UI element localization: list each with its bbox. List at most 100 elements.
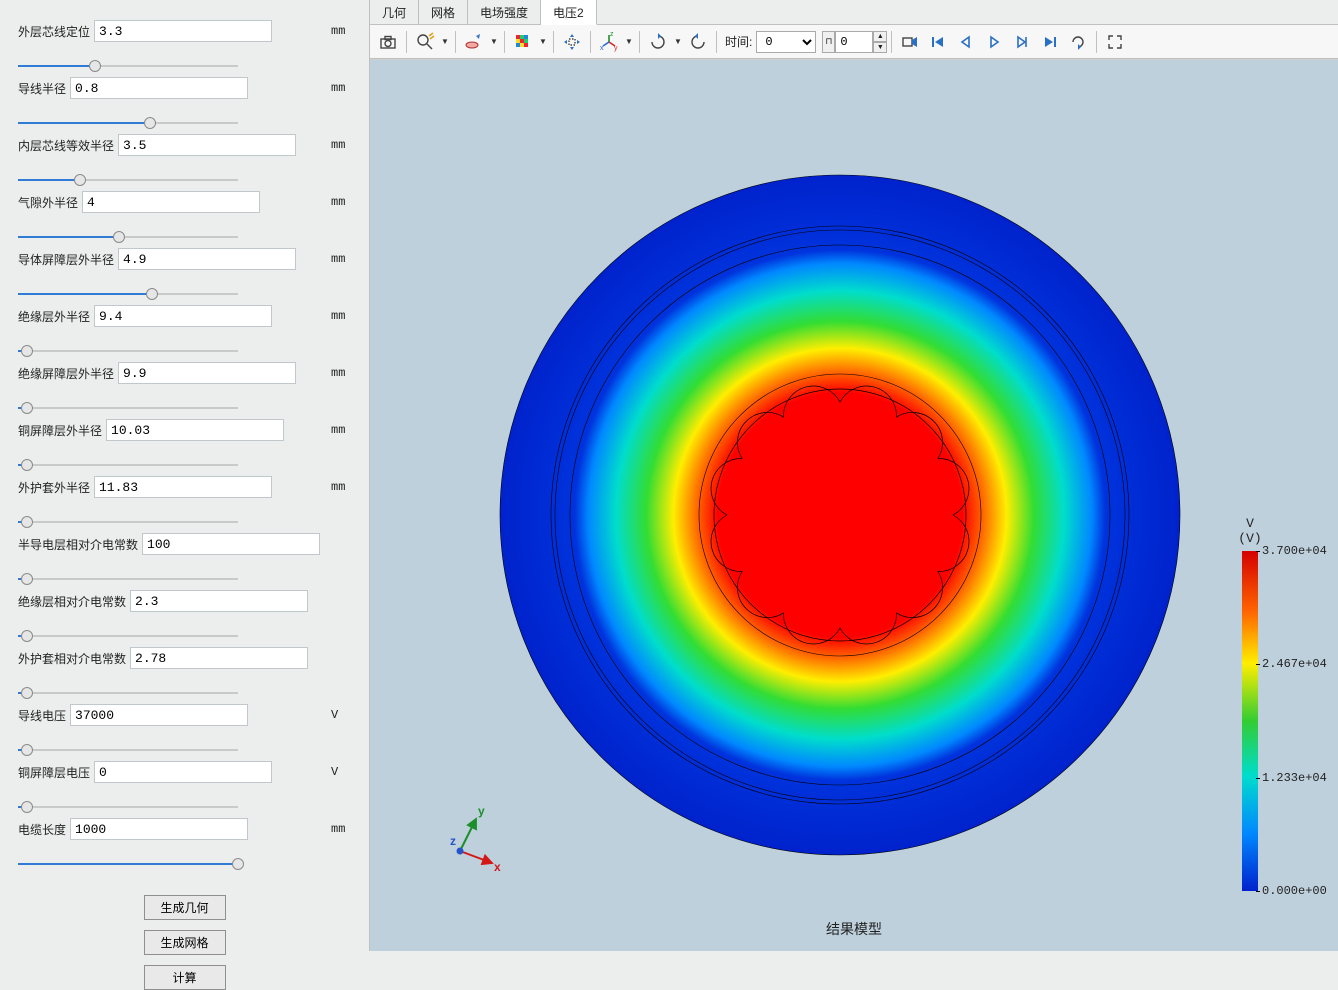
param-input-5[interactable] <box>94 305 272 327</box>
param-input-10[interactable] <box>130 590 308 612</box>
param-label-14: 电缆长度 <box>18 821 70 838</box>
param-input-12[interactable] <box>70 704 248 726</box>
selection-button[interactable] <box>460 28 488 56</box>
param-unit-5: mm <box>323 309 351 323</box>
param-label-1: 导线半径 <box>18 80 70 97</box>
time-dropdown[interactable]: 0 <box>756 31 816 53</box>
toolbar: ▼ ▼ ▼ <box>370 25 1338 59</box>
param-label-10: 绝缘层相对介电常数 <box>18 593 130 610</box>
time-step-button[interactable]: ⊓ <box>822 31 835 53</box>
svg-text:x: x <box>600 45 604 52</box>
svg-text:y: y <box>614 45 618 52</box>
param-label-12: 导线电压 <box>18 707 70 724</box>
rotate-cw-icon <box>648 32 668 52</box>
selection-dropdown[interactable]: ▼ <box>488 28 500 56</box>
tab-2[interactable]: 电场强度 <box>468 0 541 24</box>
rotate-ccw-button[interactable] <box>684 28 712 56</box>
generate-geometry-button[interactable]: 生成几何 <box>144 895 226 920</box>
param-input-11[interactable] <box>130 647 308 669</box>
param-unit-0: mm <box>323 24 351 38</box>
param-label-11: 外护套相对介电常数 <box>18 650 130 667</box>
param-label-6: 绝缘屏障层外半径 <box>18 365 118 382</box>
view-cube-button[interactable] <box>509 28 537 56</box>
selection-icon <box>464 32 484 52</box>
sidebar: 外层芯线定位 mm 导线半径 mm 内层芯线等效半径 mm 气隙外半径 mm 导… <box>0 0 369 951</box>
param-label-0: 外层芯线定位 <box>18 23 94 40</box>
param-unit-4: mm <box>323 252 351 266</box>
skip-last-icon <box>1041 33 1059 51</box>
param-input-1[interactable] <box>70 77 248 99</box>
time-input[interactable] <box>835 31 873 53</box>
next-frame-button[interactable] <box>1008 28 1036 56</box>
first-frame-button[interactable] <box>924 28 952 56</box>
param-unit-14: mm <box>323 822 351 836</box>
param-input-2[interactable] <box>118 134 296 156</box>
param-input-14[interactable] <box>70 818 248 840</box>
svg-text:y: y <box>478 804 485 818</box>
fullscreen-button[interactable] <box>1101 28 1129 56</box>
step-forward-icon <box>1013 33 1031 51</box>
param-input-9[interactable] <box>142 533 320 555</box>
time-spin-down[interactable]: ▼ <box>873 42 887 53</box>
rubik-cube-icon <box>513 32 533 52</box>
param-input-4[interactable] <box>118 248 296 270</box>
loop-icon <box>1069 33 1087 51</box>
move-arrows-icon <box>562 32 582 52</box>
loop-button[interactable] <box>1064 28 1092 56</box>
magnifier-icon <box>415 32 435 52</box>
axis-view-dropdown[interactable]: ▼ <box>623 28 635 56</box>
prev-frame-button[interactable] <box>952 28 980 56</box>
legend-tick: 2.467e+04 <box>1262 657 1327 671</box>
zoom-button[interactable] <box>411 28 439 56</box>
param-label-9: 半导电层相对介电常数 <box>18 536 142 553</box>
svg-text:x: x <box>494 860 501 874</box>
param-unit-2: mm <box>323 138 351 152</box>
param-input-8[interactable] <box>94 476 272 498</box>
param-label-7: 铜屏障层外半径 <box>18 422 106 439</box>
result-title: 结果模型 <box>826 919 882 939</box>
video-camera-icon <box>901 33 919 51</box>
param-input-0[interactable] <box>94 20 272 42</box>
record-button[interactable] <box>896 28 924 56</box>
screenshot-button[interactable] <box>374 28 402 56</box>
param-unit-6: mm <box>323 366 351 380</box>
legend-tick: 3.700e+04 <box>1262 544 1327 558</box>
param-unit-1: mm <box>323 81 351 95</box>
tab-3[interactable]: 电压2 <box>541 0 597 25</box>
param-label-8: 外护套外半径 <box>18 479 94 496</box>
param-unit-12: V <box>323 708 351 722</box>
param-input-7[interactable] <box>106 419 284 441</box>
tab-1[interactable]: 网格 <box>419 0 468 24</box>
expand-icon <box>1106 33 1124 51</box>
last-frame-button[interactable] <box>1036 28 1064 56</box>
param-input-6[interactable] <box>118 362 296 384</box>
rotate-cw-button[interactable] <box>644 28 672 56</box>
legend-tick: 0.000e+00 <box>1262 884 1327 898</box>
param-unit-3: mm <box>323 195 351 209</box>
rotate-ccw-icon <box>688 32 708 52</box>
compute-button[interactable]: 计算 <box>144 965 226 990</box>
param-input-13[interactable] <box>94 761 272 783</box>
param-unit-8: mm <box>323 480 351 494</box>
param-input-3[interactable] <box>82 191 260 213</box>
legend-tick: 1.233e+04 <box>1262 771 1327 785</box>
param-unit-13: V <box>323 765 351 779</box>
pan-button[interactable] <box>558 28 586 56</box>
axis-view-button[interactable]: zyx <box>595 28 623 56</box>
param-label-4: 导体屏障层外半径 <box>18 251 118 268</box>
axis-triad: x y z <box>430 801 510 881</box>
color-legend: V (V) 3.700e+042.467e+041.233e+040.000e+… <box>1190 516 1310 891</box>
time-spin-up[interactable]: ▲ <box>873 31 887 42</box>
zoom-dropdown[interactable]: ▼ <box>439 28 451 56</box>
play-button[interactable] <box>980 28 1008 56</box>
skip-first-icon <box>929 33 947 51</box>
axis-triad-icon: zyx <box>599 32 619 52</box>
generate-mesh-button[interactable]: 生成网格 <box>144 930 226 955</box>
step-back-icon <box>957 33 975 51</box>
param-unit-7: mm <box>323 423 351 437</box>
view-cube-dropdown[interactable]: ▼ <box>537 28 549 56</box>
result-canvas[interactable]: x y z 结果模型 V (V) 3.700e+042.467e+041.233… <box>370 59 1338 951</box>
tab-0[interactable]: 几何 <box>370 0 419 24</box>
param-label-3: 气隙外半径 <box>18 194 82 211</box>
rotate-cw-dropdown[interactable]: ▼ <box>672 28 684 56</box>
